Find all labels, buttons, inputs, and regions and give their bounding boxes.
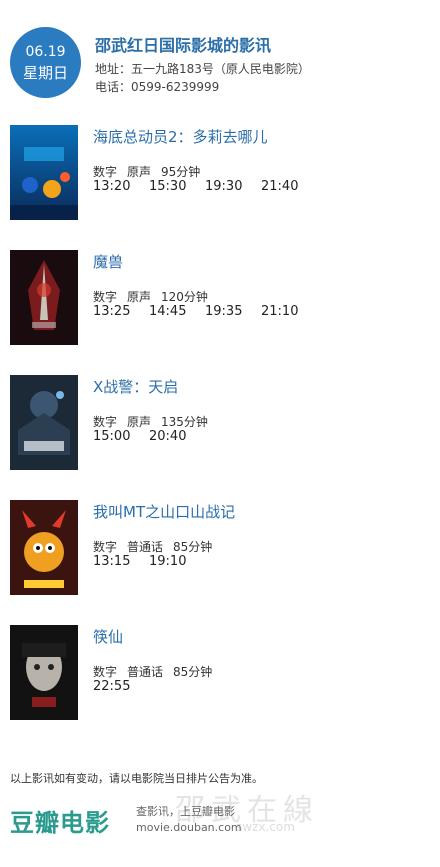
movie-language: 普通话 — [127, 540, 164, 554]
movie-format: 数字 — [93, 415, 118, 429]
movie-language: 原声 — [127, 415, 152, 429]
showtime[interactable]: 19:35 — [205, 304, 261, 319]
movie-language: 普通话 — [127, 665, 164, 679]
movie-format: 数字 — [93, 165, 118, 179]
cinema-phone[interactable]: 电话：0599-6239999 — [95, 78, 219, 95]
movie-poster[interactable] — [10, 125, 78, 220]
movie-title[interactable]: 筷仙 — [93, 626, 123, 647]
movie-language: 原声 — [127, 165, 152, 179]
movie-format: 数字 — [93, 540, 118, 554]
movie-poster[interactable] — [10, 500, 78, 595]
movie-poster[interactable] — [10, 375, 78, 470]
showtime[interactable]: 15:00 — [93, 429, 149, 444]
movie-item[interactable]: 我叫MT之山口山战记 数字 普通话 85分钟 13:15 19:10 — [10, 500, 430, 596]
movie-duration: 95分钟 — [161, 165, 201, 179]
brand-tagline: 查影讯，上豆瓣电影 — [136, 805, 235, 818]
cinema-title[interactable]: 邵武红日国际影城的影讯 — [95, 32, 271, 56]
movie-meta: 数字 普通话 85分钟 — [93, 663, 222, 680]
movie-meta: 数字 原声 135分钟 — [93, 413, 218, 430]
movie-poster[interactable] — [10, 250, 78, 345]
weekday-label: 星期日 — [22, 63, 68, 82]
showtime[interactable]: 21:40 — [261, 179, 317, 194]
showtime[interactable]: 22:55 — [93, 679, 149, 694]
watermark-url: swzx.com — [236, 820, 295, 834]
movie-meta: 数字 原声 95分钟 — [93, 163, 210, 180]
movie-meta: 数字 原声 120分钟 — [93, 288, 218, 305]
showtime[interactable]: 13:15 — [93, 554, 149, 569]
showtimes: 13:20 15:30 19:30 21:40 — [93, 179, 317, 194]
movie-poster[interactable] — [10, 625, 78, 720]
date-badge: 06.19 星期日 — [10, 27, 81, 98]
movie-title[interactable]: 我叫MT之山口山战记 — [93, 501, 235, 522]
showtimes: 15:00 20:40 — [93, 429, 205, 444]
showtimes: 13:25 14:45 19:35 21:10 — [93, 304, 317, 319]
showtimes: 22:55 — [93, 679, 149, 694]
movie-item[interactable]: 魔兽 数字 原声 120分钟 13:25 14:45 19:35 21:10 — [10, 250, 430, 346]
movie-title[interactable]: 海底总动员2：多莉去哪儿 — [93, 126, 268, 147]
showtime[interactable]: 13:25 — [93, 304, 149, 319]
douban-logo[interactable]: 豆瓣电影 — [10, 803, 110, 838]
showtimes: 13:15 19:10 — [93, 554, 205, 569]
movie-format: 数字 — [93, 290, 118, 304]
movie-duration: 120分钟 — [161, 290, 208, 304]
movie-format: 数字 — [93, 665, 118, 679]
movie-language: 原声 — [127, 290, 152, 304]
brand-url[interactable]: movie.douban.com — [136, 821, 242, 834]
movie-item[interactable]: 海底总动员2：多莉去哪儿 数字 原声 95分钟 13:20 15:30 19:30 … — [10, 125, 430, 221]
cinema-address: 地址：五一九路183号（原人民电影院） — [95, 62, 310, 76]
showtime[interactable]: 19:30 — [205, 179, 261, 194]
showtime[interactable]: 14:45 — [149, 304, 205, 319]
showtime[interactable]: 13:20 — [93, 179, 149, 194]
movie-item[interactable]: 筷仙 数字 普通话 85分钟 22:55 — [10, 625, 430, 721]
movie-title[interactable]: 魔兽 — [93, 251, 123, 272]
movie-item[interactable]: X战警：天启 数字 原声 135分钟 15:00 20:40 — [10, 375, 430, 471]
movie-title[interactable]: X战警：天启 — [93, 376, 178, 397]
movie-meta: 数字 普通话 85分钟 — [93, 538, 222, 555]
movie-duration: 85分钟 — [173, 540, 213, 554]
movie-duration: 135分钟 — [161, 415, 208, 429]
showtime[interactable]: 20:40 — [149, 429, 205, 444]
schedule-notice: 以上影讯如有变动，请以电影院当日排片公告为准。 — [10, 772, 263, 785]
showtime[interactable]: 15:30 — [149, 179, 205, 194]
movie-duration: 85分钟 — [173, 665, 213, 679]
showtime[interactable]: 19:10 — [149, 554, 205, 569]
showtime[interactable]: 21:10 — [261, 304, 317, 319]
date-label: 06.19 — [25, 43, 66, 60]
